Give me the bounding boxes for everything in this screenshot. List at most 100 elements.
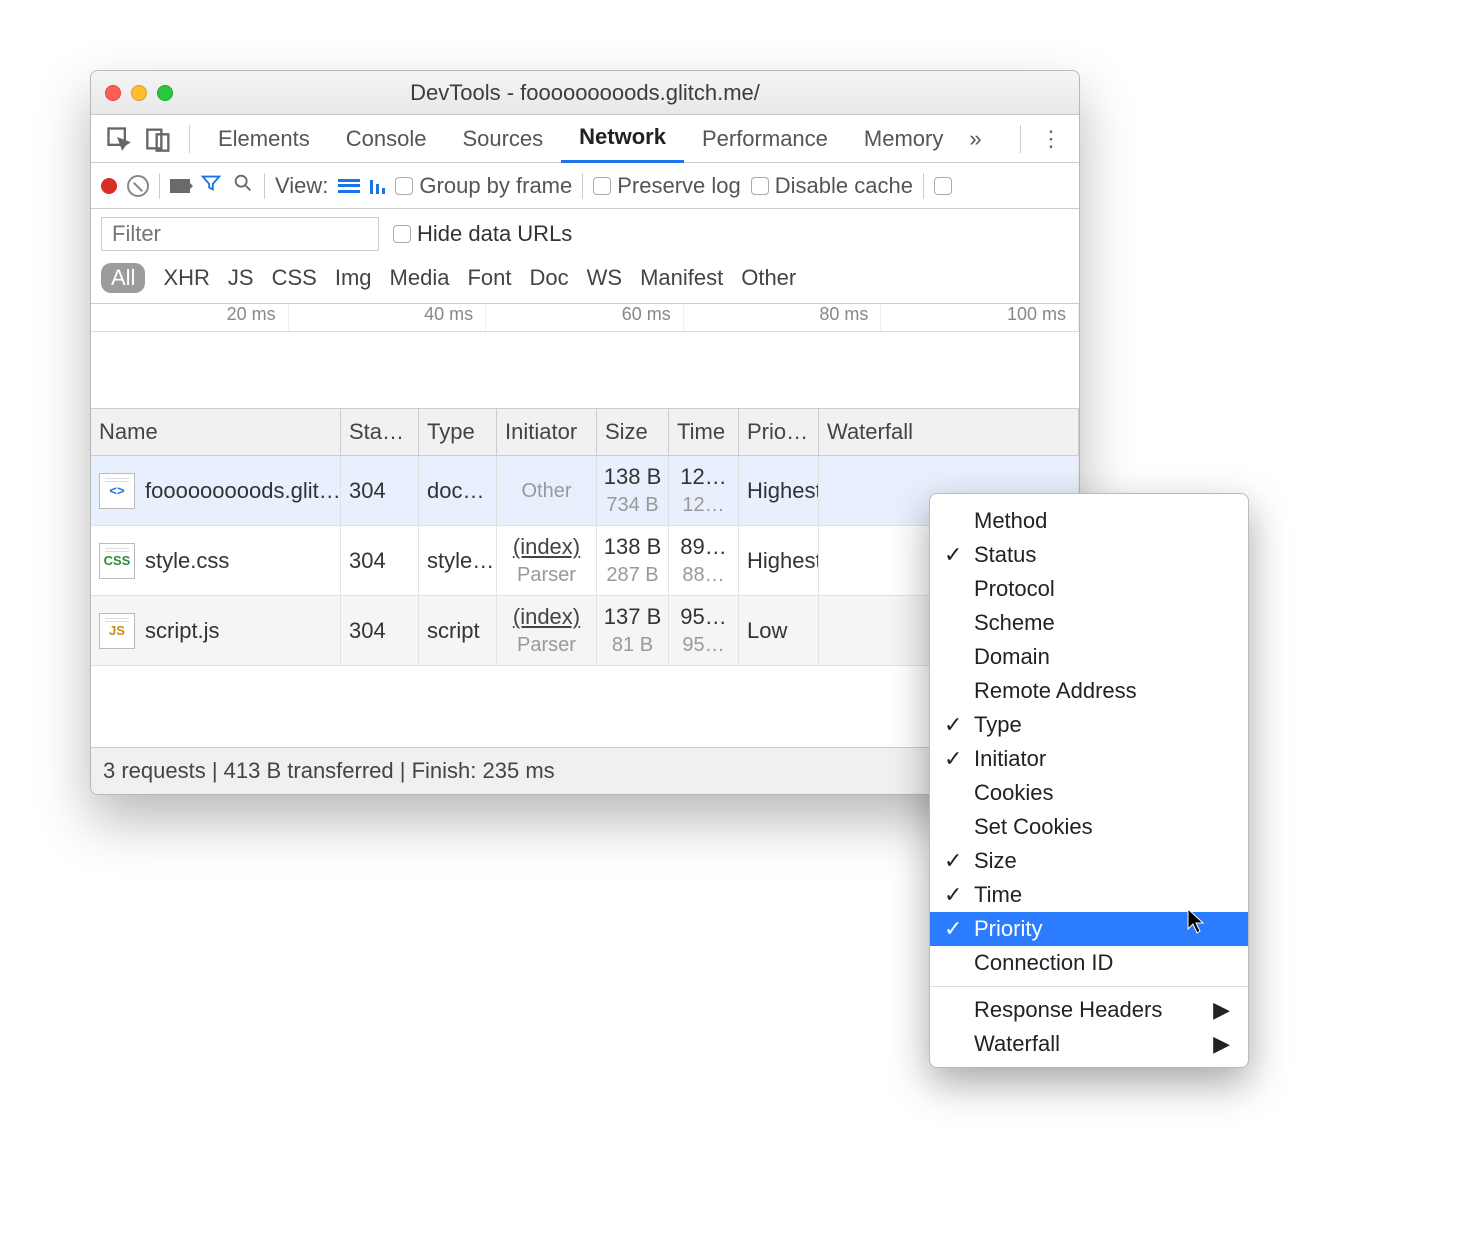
cell-priority: Highest bbox=[739, 526, 819, 596]
file-icon: <> bbox=[99, 473, 135, 509]
waterfall-view-icon[interactable] bbox=[370, 178, 385, 194]
mouse-cursor-icon bbox=[1185, 907, 1207, 941]
file-icon: CSS bbox=[99, 543, 135, 579]
search-icon[interactable] bbox=[232, 172, 254, 200]
offline-checkbox[interactable] bbox=[934, 177, 952, 195]
tab-memory[interactable]: Memory bbox=[846, 115, 961, 163]
menu-item-remote-address[interactable]: Remote Address bbox=[930, 674, 1248, 708]
filter-font[interactable]: Font bbox=[467, 265, 511, 291]
disable-cache-checkbox[interactable]: Disable cache bbox=[751, 173, 913, 199]
filter-icon[interactable] bbox=[200, 172, 222, 200]
cell-priority: Highest bbox=[739, 456, 819, 526]
filter-media[interactable]: Media bbox=[390, 265, 450, 291]
cell-type: doc… bbox=[419, 456, 497, 526]
large-rows-icon[interactable] bbox=[338, 179, 360, 193]
menu-item-protocol[interactable]: Protocol bbox=[930, 572, 1248, 606]
menu-waterfall-sub[interactable]: Waterfall▶ bbox=[930, 1027, 1248, 1061]
separator bbox=[264, 173, 265, 199]
check-icon: ✓ bbox=[944, 882, 962, 908]
filter-js[interactable]: JS bbox=[228, 265, 254, 291]
record-button[interactable] bbox=[101, 178, 117, 194]
filter-ws[interactable]: WS bbox=[587, 265, 622, 291]
menu-item-initiator[interactable]: ✓Initiator bbox=[930, 742, 1248, 776]
filter-row: Hide data URLs bbox=[91, 209, 1079, 259]
cell-size: 138 B734 B bbox=[597, 456, 669, 526]
titlebar: DevTools - fooooooooods.glitch.me/ bbox=[91, 71, 1079, 115]
screenshots-icon[interactable] bbox=[170, 179, 190, 193]
separator bbox=[159, 173, 160, 199]
filter-css[interactable]: CSS bbox=[272, 265, 317, 291]
col-time[interactable]: Time bbox=[669, 409, 739, 456]
cell-priority: Low bbox=[739, 596, 819, 666]
timeline-marks: 20 ms 40 ms 60 ms 80 ms 100 ms bbox=[91, 304, 1079, 332]
col-name[interactable]: Name bbox=[91, 409, 341, 456]
check-icon: ✓ bbox=[944, 746, 962, 772]
col-priority[interactable]: Priority bbox=[739, 409, 819, 456]
cell-status: 304 bbox=[341, 596, 419, 666]
separator bbox=[582, 173, 583, 199]
col-type[interactable]: Type bbox=[419, 409, 497, 456]
menu-item-cookies[interactable]: Cookies bbox=[930, 776, 1248, 810]
submenu-arrow-icon: ▶ bbox=[1213, 1031, 1230, 1057]
col-size[interactable]: Size bbox=[597, 409, 669, 456]
timeline-overview[interactable]: 20 ms 40 ms 60 ms 80 ms 100 ms bbox=[91, 303, 1079, 409]
inspect-element-icon[interactable] bbox=[105, 125, 133, 153]
menu-item-scheme[interactable]: Scheme bbox=[930, 606, 1248, 640]
col-waterfall[interactable]: Waterfall bbox=[819, 409, 1079, 456]
tab-performance[interactable]: Performance bbox=[684, 115, 846, 163]
col-status[interactable]: Status bbox=[341, 409, 419, 456]
hide-data-urls-checkbox[interactable]: Hide data URLs bbox=[393, 221, 572, 247]
check-icon: ✓ bbox=[944, 712, 962, 738]
cell-initiator: (index)Parser bbox=[497, 596, 597, 666]
menu-item-size[interactable]: ✓Size bbox=[930, 844, 1248, 878]
separator bbox=[923, 173, 924, 199]
col-initiator[interactable]: Initiator bbox=[497, 409, 597, 456]
filter-xhr[interactable]: XHR bbox=[163, 265, 209, 291]
check-icon: ✓ bbox=[944, 848, 962, 874]
device-toolbar-icon[interactable] bbox=[145, 125, 173, 153]
menu-separator bbox=[930, 986, 1248, 987]
cell-name: CSSstyle.css bbox=[91, 526, 341, 596]
submenu-arrow-icon: ▶ bbox=[1213, 997, 1230, 1023]
view-label: View: bbox=[275, 173, 328, 199]
tab-network[interactable]: Network bbox=[561, 115, 684, 163]
cell-size: 138 B287 B bbox=[597, 526, 669, 596]
menu-item-set-cookies[interactable]: Set Cookies bbox=[930, 810, 1248, 844]
filter-img[interactable]: Img bbox=[335, 265, 372, 291]
menu-item-domain[interactable]: Domain bbox=[930, 640, 1248, 674]
settings-menu-icon[interactable]: ⋮ bbox=[1037, 125, 1065, 153]
cell-initiator: (index)Parser bbox=[497, 526, 597, 596]
preserve-log-checkbox[interactable]: Preserve log bbox=[593, 173, 741, 199]
cell-type: style… bbox=[419, 526, 497, 596]
cell-initiator: Other bbox=[497, 456, 597, 526]
tab-console[interactable]: Console bbox=[328, 115, 445, 163]
group-by-frame-checkbox[interactable]: Group by frame bbox=[395, 173, 572, 199]
menu-response-headers[interactable]: Response Headers▶ bbox=[930, 993, 1248, 1027]
filter-doc[interactable]: Doc bbox=[529, 265, 568, 291]
cell-status: 304 bbox=[341, 456, 419, 526]
filter-input[interactable] bbox=[101, 217, 379, 251]
cell-time: 95…95… bbox=[669, 596, 739, 666]
separator bbox=[189, 125, 190, 153]
tab-sources[interactable]: Sources bbox=[444, 115, 561, 163]
menu-item-connection-id[interactable]: Connection ID bbox=[930, 946, 1248, 980]
network-toolbar: View: Group by frame Preserve log Disabl… bbox=[91, 163, 1079, 209]
file-icon: JS bbox=[99, 613, 135, 649]
menu-item-status[interactable]: ✓Status bbox=[930, 538, 1248, 572]
menu-item-method[interactable]: Method bbox=[930, 504, 1248, 538]
cell-size: 137 B81 B bbox=[597, 596, 669, 666]
check-icon: ✓ bbox=[944, 542, 962, 568]
clear-button[interactable] bbox=[127, 175, 149, 197]
check-icon: ✓ bbox=[944, 916, 962, 942]
more-tabs-icon[interactable]: » bbox=[969, 126, 981, 152]
filter-other[interactable]: Other bbox=[741, 265, 796, 291]
cell-status: 304 bbox=[341, 526, 419, 596]
devtools-tabs: Elements Console Sources Network Perform… bbox=[91, 115, 1079, 163]
cell-time: 89…88… bbox=[669, 526, 739, 596]
filter-manifest[interactable]: Manifest bbox=[640, 265, 723, 291]
type-filter-tabs: All XHR JS CSS Img Media Font Doc WS Man… bbox=[91, 259, 1079, 303]
column-context-menu: Method✓StatusProtocolSchemeDomainRemote … bbox=[929, 493, 1249, 1068]
filter-all[interactable]: All bbox=[101, 263, 145, 293]
menu-item-type[interactable]: ✓Type bbox=[930, 708, 1248, 742]
tab-elements[interactable]: Elements bbox=[200, 115, 328, 163]
